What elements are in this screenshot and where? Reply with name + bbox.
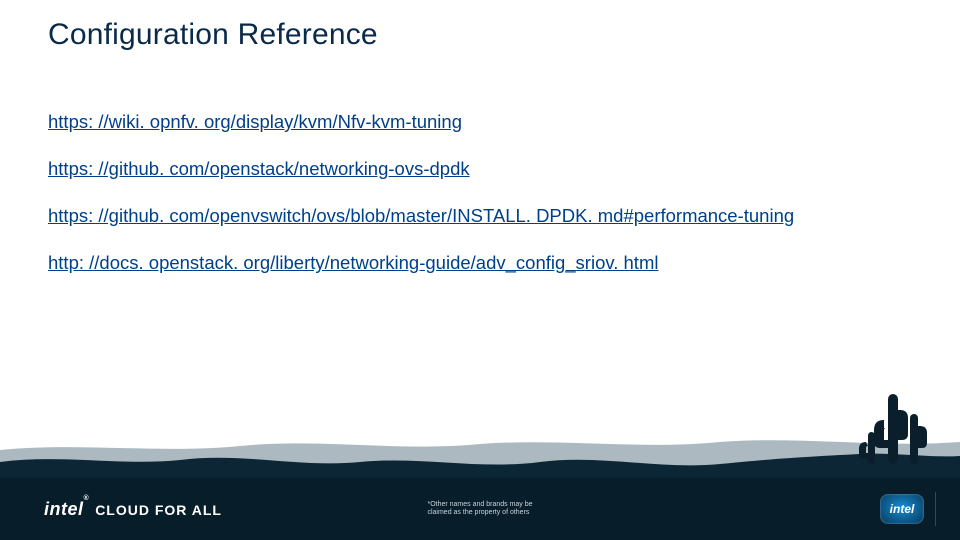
link-opnfv-kvm-tuning[interactable]: https: //wiki. opnfv. org/display/kvm/Nf… bbox=[48, 111, 462, 132]
brand-intel-text: intel bbox=[44, 499, 84, 519]
footer-disclaimer: *Other names and brands may be claimed a… bbox=[427, 501, 532, 518]
link-line: https: //github. com/openstack/networkin… bbox=[48, 157, 912, 180]
brand-lockup: intel® CLOUD FOR ALL bbox=[44, 499, 222, 520]
landscape-silhouette bbox=[0, 392, 960, 480]
slide: Configuration Reference https: //wiki. o… bbox=[0, 0, 960, 540]
slide-title: Configuration Reference bbox=[48, 18, 912, 52]
link-ovs-install-dpdk-perf[interactable]: https: //github. com/openvswitch/ovs/blo… bbox=[48, 205, 794, 226]
registered-mark: ® bbox=[84, 495, 90, 502]
link-line: https: //wiki. opnfv. org/display/kvm/Nf… bbox=[48, 110, 912, 133]
brand-tagline: CLOUD FOR ALL bbox=[95, 502, 222, 518]
intel-chip-badge: intel bbox=[880, 494, 924, 524]
chip-label: intel bbox=[890, 502, 915, 516]
footer-divider bbox=[935, 492, 936, 526]
footer-bar: intel® CLOUD FOR ALL *Other names and br… bbox=[0, 478, 960, 540]
brand-intel-wordmark: intel® bbox=[44, 499, 89, 520]
link-line: http: //docs. openstack. org/liberty/net… bbox=[48, 251, 912, 274]
link-openstack-sriov-guide[interactable]: http: //docs. openstack. org/liberty/net… bbox=[48, 252, 658, 273]
link-line: https: //github. com/openvswitch/ovs/blo… bbox=[48, 204, 912, 227]
content-area: Configuration Reference https: //wiki. o… bbox=[0, 0, 960, 275]
link-openstack-ovs-dpdk[interactable]: https: //github. com/openstack/networkin… bbox=[48, 158, 470, 179]
